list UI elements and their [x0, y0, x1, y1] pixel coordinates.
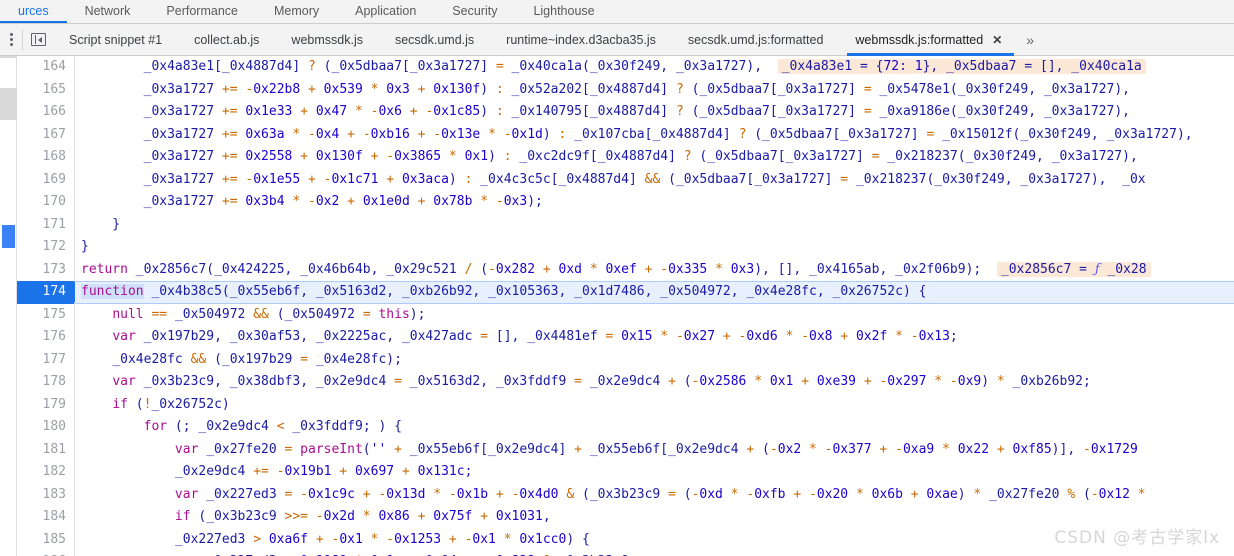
code-line[interactable]: if (_0x3b23c9 >>= -0x2d * 0x86 + 0x75f +… — [75, 506, 1234, 529]
code-line[interactable]: _0x3a1727 += -0x1e55 + -0x1c71 + 0x3aca)… — [75, 169, 1234, 192]
file-tab-webmssdk-js[interactable]: webmssdk.js — [275, 24, 379, 56]
line-number[interactable]: 185 — [17, 529, 74, 552]
file-tab-label: runtime~index.d3acba35.js — [506, 32, 656, 47]
line-number[interactable]: 173 — [17, 259, 74, 282]
code-line[interactable]: _0x4a83e1[_0x4887d4] ? (_0x5dbaa7[_0x3a1… — [75, 56, 1234, 79]
line-number[interactable]: 175 — [17, 304, 74, 327]
file-tab-label: webmssdk.js — [291, 32, 363, 47]
code-line[interactable]: _0x4e28fc && (_0x197b29 = _0x4e28fc); — [75, 349, 1234, 372]
selected-token: function — [81, 284, 144, 299]
code-line[interactable]: if (!_0x26752c) — [75, 394, 1234, 417]
file-tab-label: Script snippet #1 — [69, 32, 163, 47]
file-tab-secsdk-umd-js-formatted[interactable]: secsdk.umd.js:formatted — [672, 24, 839, 56]
file-tab-label: webmssdk.js:formatted — [855, 32, 984, 47]
tab-overflow-icon[interactable]: » — [1018, 24, 1042, 56]
line-number[interactable]: 183 — [17, 484, 74, 507]
line-number[interactable]: 164 — [17, 56, 74, 79]
line-number[interactable]: 169 — [17, 169, 74, 192]
devtools-window: urces Network Performance Memory Applica… — [0, 0, 1234, 556]
inline-value-hint: _0x2856c7 = ƒ _0x28 — [996, 261, 1151, 277]
rail-highlight-block — [0, 90, 17, 120]
line-number[interactable]: 171 — [17, 214, 74, 237]
more-vertical-icon[interactable] — [0, 24, 22, 56]
code-line[interactable]: var _0x3b23c9, _0x38dbf3, _0x2e9dc4 = _0… — [75, 371, 1234, 394]
panel-tab-application[interactable]: Application — [337, 0, 434, 23]
line-number[interactable]: 167 — [17, 124, 74, 147]
line-number[interactable]: 177 — [17, 349, 74, 372]
code-line[interactable]: var _0x27fe20 = parseInt('' + _0x55eb6f[… — [75, 439, 1234, 462]
file-tab-collect-ab-js[interactable]: collect.ab.js — [178, 24, 275, 56]
line-number[interactable]: 168 — [17, 146, 74, 169]
panel-tab-memory[interactable]: Memory — [256, 0, 337, 23]
code-line[interactable]: _0x3a1727 += 0x63a * -0x4 + -0xb16 + -0x… — [75, 124, 1234, 147]
line-number[interactable]: 165 — [17, 79, 74, 102]
line-number[interactable]: 166 — [17, 101, 74, 124]
code-line[interactable]: _0x3a1727 += 0x1e33 + 0x47 * -0x6 + -0x1… — [75, 101, 1234, 124]
line-number[interactable]: 182 — [17, 461, 74, 484]
code-line[interactable]: function _0x4b38c5(_0x55eb6f, _0x5163d2,… — [75, 281, 1234, 304]
file-tab-secsdk-umd-js[interactable]: secsdk.umd.js — [379, 24, 490, 56]
navigator-panel-toggle-icon[interactable] — [23, 24, 53, 56]
code-line[interactable]: var _0x197b29, _0x30af53, _0x2225ac, _0x… — [75, 326, 1234, 349]
code-line[interactable]: _0x2e9dc4 += -0x19b1 + 0x697 + 0x131c; — [75, 461, 1234, 484]
code-line[interactable]: _0x227ed3 > 0xa6f + -0x1 * -0x1253 + -0x… — [75, 529, 1234, 552]
rail-segment — [0, 56, 17, 58]
line-number[interactable]: 176 — [17, 326, 74, 349]
code-line[interactable]: var _0x227ed3 = -0x1c9c + -0x13d * -0x1b… — [75, 484, 1234, 507]
rail-current-position-marker[interactable] — [2, 225, 15, 248]
editor-marker-rail[interactable] — [0, 56, 17, 556]
code-line[interactable]: return _0x2856c7(_0x424225, _0x46b64b, _… — [75, 259, 1234, 282]
devtools-panel-tabbar: urces Network Performance Memory Applica… — [0, 0, 1234, 24]
file-tab-label: secsdk.umd.js:formatted — [687, 32, 824, 47]
panel-tab-lighthouse[interactable]: Lighthouse — [515, 0, 612, 23]
file-tab-runtime-index-js[interactable]: runtime~index.d3acba35.js — [490, 24, 672, 56]
code-line[interactable]: _0x227ed3 = 0x1189 * 0x1 + -0x94e + -0x8… — [75, 551, 1234, 556]
editor-line-number-gutter[interactable]: 164 165 166 167 168 169 170 171 172 173 174 175 176 1… — [17, 56, 83, 556]
source-editor: 164 165 166 167 168 169 170 171 172 173 174 175 176 1… — [0, 56, 1234, 556]
editor-code-area[interactable]: _0x4a83e1[_0x4887d4] ? (_0x5dbaa7[_0x3a1… — [75, 56, 1234, 556]
editor-file-tabbar: Script snippet #1 collect.ab.js webmssdk… — [0, 24, 1234, 56]
code-line[interactable]: for (; _0x2e9dc4 < _0x3fddf9; ) { — [75, 416, 1234, 439]
inline-value-hint: _0x4a83e1 = {72: 1}, _0x5dbaa7 = [], _0x… — [777, 59, 1146, 74]
code-line[interactable]: _0x3a1727 += -0x22b8 + 0x539 * 0x3 + 0x1… — [75, 79, 1234, 102]
code-line[interactable]: } — [75, 236, 1234, 259]
line-number[interactable]: 170 — [17, 191, 74, 214]
file-tab-label: secsdk.umd.js — [394, 32, 475, 47]
line-number[interactable]: 172 — [17, 236, 74, 259]
panel-tab-sources[interactable]: urces — [0, 0, 67, 23]
line-number[interactable]: 180 — [17, 416, 74, 439]
line-number[interactable]: 181 — [17, 439, 74, 462]
panel-tab-security[interactable]: Security — [434, 0, 515, 23]
line-number[interactable]: 186 — [17, 551, 74, 556]
code-line[interactable]: } — [75, 214, 1234, 237]
file-tab-webmssdk-js-formatted[interactable]: webmssdk.js:formatted ✕ — [839, 24, 1018, 56]
code-line[interactable]: _0x3a1727 += 0x2558 + 0x130f + -0x3865 *… — [75, 146, 1234, 169]
code-line[interactable]: _0x3a1727 += 0x3b4 * -0x2 + 0x1e0d + 0x7… — [75, 191, 1234, 214]
file-tab-script-snippet-1[interactable]: Script snippet #1 — [53, 24, 178, 56]
code-line[interactable]: null == _0x504972 && (_0x504972 = this); — [75, 304, 1234, 327]
file-tab-label: collect.ab.js — [194, 32, 260, 47]
panel-tab-performance[interactable]: Performance — [148, 0, 256, 23]
line-number[interactable]: 184 — [17, 506, 74, 529]
line-number-current[interactable]: 174 — [17, 281, 83, 304]
line-number[interactable]: 179 — [17, 394, 74, 417]
close-icon[interactable]: ✕ — [992, 34, 1002, 46]
line-number[interactable]: 178 — [17, 371, 74, 394]
panel-tab-network[interactable]: Network — [67, 0, 149, 23]
